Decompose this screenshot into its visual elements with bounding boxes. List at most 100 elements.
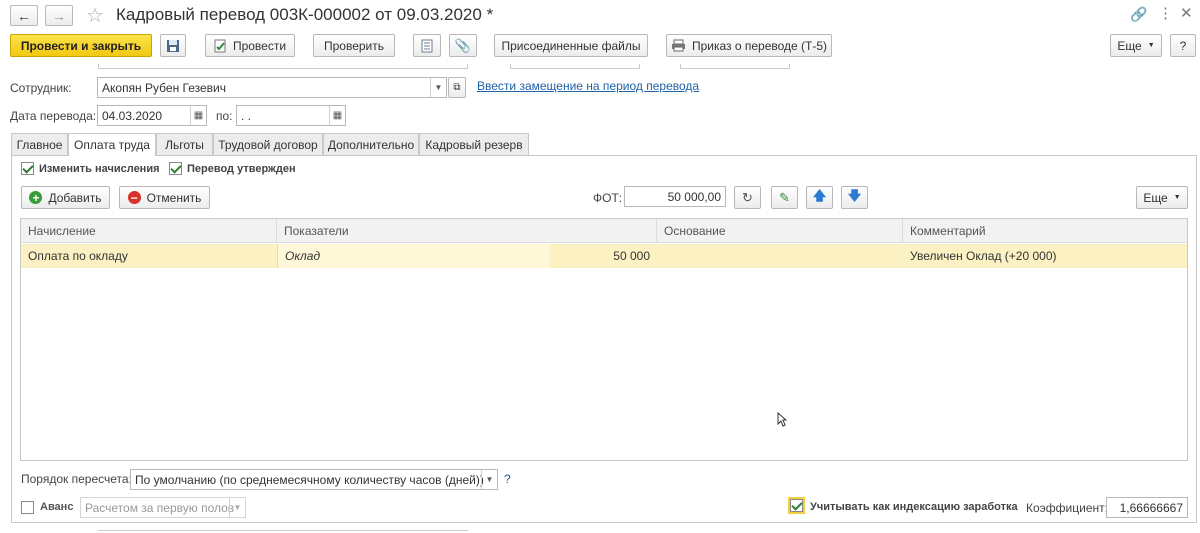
date-value: 04.03.2020 <box>102 108 163 123</box>
help-button[interactable]: ? <box>1170 34 1196 57</box>
arrow-left-icon: ← <box>17 7 31 24</box>
employee-value: Акопян Рубен Гезевич <box>102 80 227 95</box>
forward-button[interactable]: → <box>45 5 73 26</box>
to-date-value: . . <box>241 108 252 123</box>
recalc-select[interactable]: По умолчанию (по среднемесячному количес… <box>130 469 498 490</box>
advance-select[interactable]: Расчетом за первую полов ▼ <box>80 497 246 518</box>
open-form-icon: ⧉ <box>453 82 461 93</box>
table-header: Начисление Показатели Основание Коммента… <box>21 219 1187 243</box>
tab-benefits[interactable]: Льготы <box>156 133 213 155</box>
minus-circle-icon: − <box>127 191 141 204</box>
move-down-button[interactable]: 🡇 <box>841 186 868 209</box>
cell-accrual[interactable]: Оплата по окладу <box>21 244 277 268</box>
coef-value: 1,66666667 <box>1119 500 1183 515</box>
transfer-approved-checkbox[interactable] <box>169 162 182 175</box>
favorite-star-icon[interactable]: ☆ <box>86 3 104 28</box>
to-label: по: <box>216 109 233 123</box>
add-label: Добавить <box>48 190 102 205</box>
date-field[interactable]: 04.03.2020 ▦ <box>97 105 207 126</box>
caret-down-icon: ▼ <box>1173 194 1181 201</box>
table-more-label: Еще <box>1143 190 1168 205</box>
post-document-icon <box>214 39 226 52</box>
tab-labor-contract[interactable]: Трудовой договор <box>213 133 323 155</box>
post-button[interactable]: Провести <box>205 34 295 57</box>
post-and-close-button[interactable]: Провести и закрыть <box>10 34 152 57</box>
edit-button[interactable]: ✎ <box>771 186 798 209</box>
arrow-down-icon: 🡇 <box>847 187 862 203</box>
printer-icon <box>671 39 685 52</box>
arrow-up-icon: 🡅 <box>812 187 827 203</box>
hidden-field-edge-3 <box>680 64 790 69</box>
list-button[interactable] <box>413 34 441 57</box>
attached-files-button[interactable]: Присоединенные файлы <box>494 34 648 57</box>
tab-reserve[interactable]: Кадровый резерв <box>419 133 529 155</box>
add-button[interactable]: + Добавить <box>21 186 110 209</box>
floppy-icon <box>167 39 179 52</box>
mouse-cursor-icon <box>777 412 787 427</box>
attach-button[interactable]: 📎 <box>449 34 477 57</box>
cancel-button[interactable]: − Отменить <box>119 186 210 209</box>
arrow-right-icon: → <box>52 7 66 24</box>
replacement-link[interactable]: Ввести замещение на период перевода <box>477 79 699 93</box>
paperclip-icon: 📎 <box>454 37 472 53</box>
change-accruals-checkbox[interactable] <box>21 162 34 175</box>
more-vertical-icon[interactable]: ⋮ <box>1158 4 1173 22</box>
pencil-icon: ✎ <box>779 189 790 205</box>
table-more-button[interactable]: Еще ▼ <box>1136 186 1188 209</box>
window-title: Кадровый перевод 003К-000002 от 09.03.20… <box>116 5 494 24</box>
dropdown-arrow-icon[interactable]: ▼ <box>481 470 497 489</box>
coef-field[interactable]: 1,66666667 <box>1106 497 1188 518</box>
more-label: Еще <box>1117 38 1142 53</box>
tab-main[interactable]: Главное <box>11 133 68 155</box>
cell-comment[interactable]: Увеличен Оклад (+20 000) <box>903 244 1187 268</box>
check-button[interactable]: Проверить <box>313 34 395 57</box>
cell-indicator-value[interactable]: 50 000 <box>549 244 657 268</box>
indexation-label: Учитывать как индексацию заработка <box>810 501 1018 513</box>
link-icon[interactable]: 🔗 <box>1130 6 1147 23</box>
advance-value: Расчетом за первую полов <box>85 500 235 515</box>
calendar-icon[interactable]: ▦ <box>190 106 206 125</box>
hidden-field-edge-2 <box>510 64 640 69</box>
employee-field[interactable]: Акопян Рубен Гезевич ▼ <box>97 77 447 98</box>
indexation-checkbox[interactable] <box>788 497 805 514</box>
column-accrual[interactable]: Начисление <box>21 219 277 243</box>
move-up-button[interactable]: 🡅 <box>806 186 833 209</box>
cancel-label: Отменить <box>146 190 202 205</box>
refresh-button[interactable]: ↻ <box>734 186 761 209</box>
coef-label: Коэффициент: <box>1026 501 1108 515</box>
employee-label: Сотрудник: <box>10 81 72 95</box>
advance-checkbox[interactable] <box>21 501 34 514</box>
close-icon[interactable]: ✕ <box>1180 4 1193 22</box>
print-order-button[interactable]: Приказ о переводе (Т-5) <box>666 34 832 57</box>
tab-pay[interactable]: Оплата труда <box>68 133 156 156</box>
fot-field[interactable]: 50 000,00 <box>624 186 726 207</box>
recalc-label: Порядок пересчета: <box>21 472 132 486</box>
column-comment[interactable]: Комментарий <box>903 219 1187 243</box>
tab-additional[interactable]: Дополнительно <box>323 133 419 155</box>
column-basis[interactable]: Основание <box>657 219 903 243</box>
dropdown-arrow-icon[interactable]: ▼ <box>430 78 446 97</box>
fot-label: ФОТ: <box>593 191 623 205</box>
column-indicators[interactable]: Показатели <box>277 219 657 243</box>
caret-down-icon: ▼ <box>1147 42 1155 49</box>
save-button[interactable] <box>160 34 186 57</box>
calendar-icon[interactable]: ▦ <box>329 106 345 125</box>
recalc-value: По умолчанию (по среднемесячному количес… <box>135 472 484 487</box>
open-employee-button[interactable]: ⧉ <box>448 77 466 98</box>
table-row[interactable]: Оплата по окладу Оклад 50 000 Увеличен О… <box>21 244 1187 268</box>
to-date-field[interactable]: . . ▦ <box>236 105 346 126</box>
advance-label: Аванс <box>40 501 74 513</box>
post-label: Провести <box>232 38 287 53</box>
cell-indicator[interactable]: Оклад <box>277 244 549 268</box>
change-accruals-label: Изменить начисления <box>39 163 160 175</box>
more-button[interactable]: Еще ▼ <box>1110 34 1162 57</box>
print-order-label: Приказ о переводе (Т-5) <box>691 38 828 53</box>
back-button[interactable]: ← <box>10 5 38 26</box>
transfer-approved-label: Перевод утвержден <box>187 163 296 175</box>
date-label: Дата перевода: <box>10 109 97 123</box>
dropdown-arrow-icon[interactable]: ▼ <box>229 498 245 517</box>
plus-circle-icon: + <box>29 191 43 204</box>
cell-basis[interactable] <box>657 244 903 268</box>
recalc-help-link[interactable]: ? <box>504 472 511 486</box>
refresh-icon: ↻ <box>742 189 753 205</box>
